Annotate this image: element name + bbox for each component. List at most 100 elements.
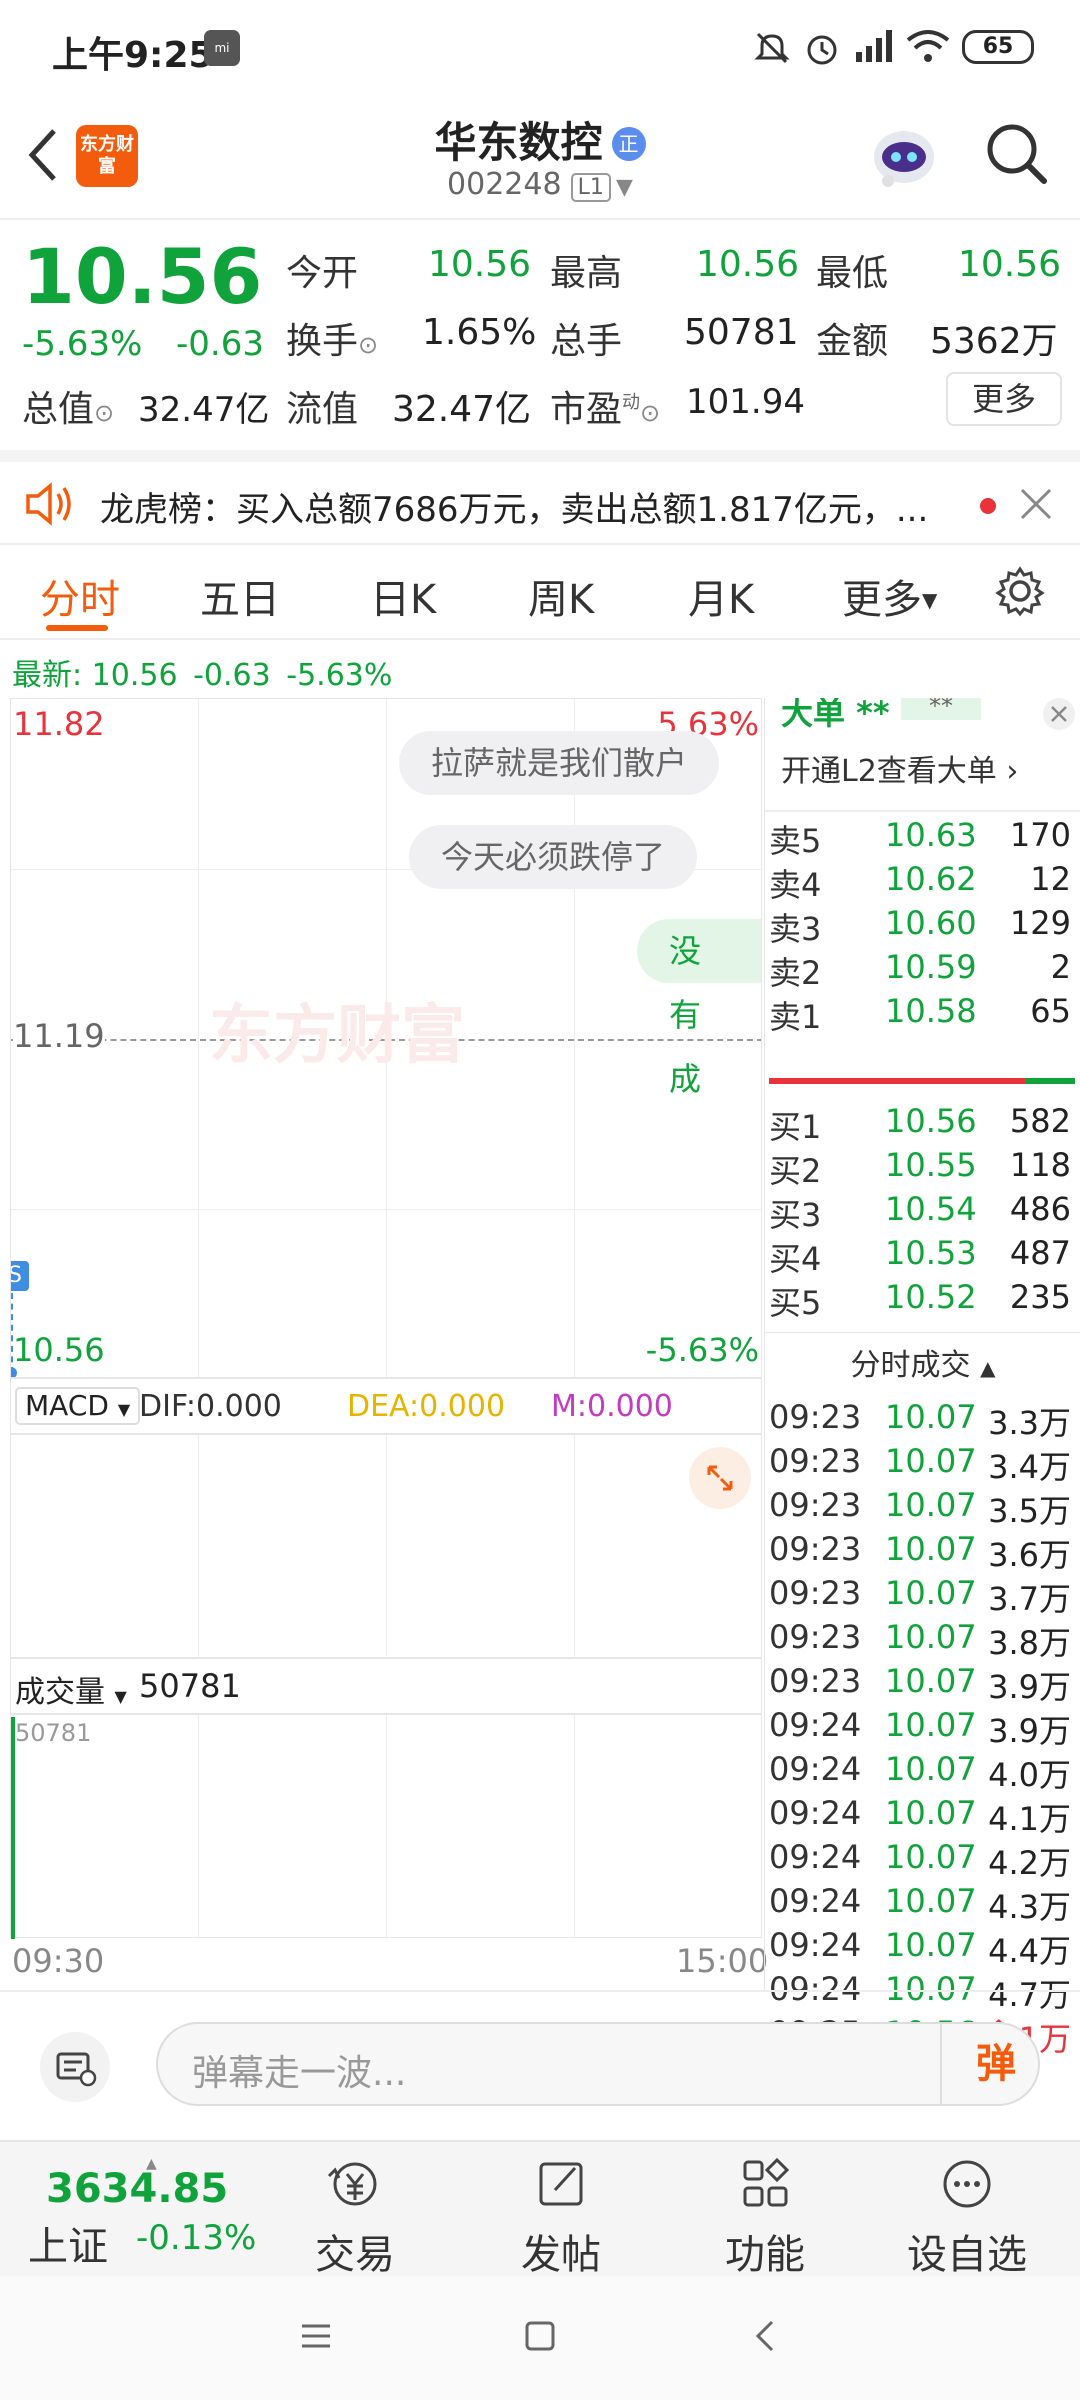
pe-sup: 动 — [622, 392, 641, 413]
danmaku-bubble: 拉萨就是我们散户 — [399, 731, 720, 795]
info-icon: ⊙ — [358, 331, 379, 359]
buy-row[interactable]: 买1 10.56 582 — [765, 1102, 1075, 1146]
trade-row: 09:23 10.07 3.4万 — [765, 1442, 1075, 1486]
buy-volume: 486 — [1009, 1190, 1071, 1228]
header: 东方财富 华东数控 正 002248 L1 ▼ — [0, 95, 1080, 220]
trade-time: 09:24 — [769, 1926, 862, 1964]
macd-select[interactable]: MACD ▼ — [15, 1387, 141, 1425]
volume-bar — [11, 1717, 15, 1939]
volume-select-label: 成交量 — [15, 1675, 105, 1710]
buy-level-label: 买2 — [769, 1152, 822, 1190]
index-value: 3634.85 — [46, 2166, 229, 2212]
trade-price: 10.07 — [885, 1750, 977, 1788]
tab-five-day[interactable]: 五日 — [200, 567, 280, 625]
y-axis-mid: 11.19 — [13, 1017, 105, 1055]
trades-title[interactable]: 分时成交 ▲ — [765, 1340, 1080, 1384]
grid-functions-icon — [743, 2157, 790, 2207]
tab-weekly-k[interactable]: 周K — [528, 567, 594, 625]
settings-gear-icon[interactable] — [994, 565, 1046, 617]
y-axis-top: 11.82 — [13, 705, 105, 743]
sell-row[interactable]: 卖3 10.60 129 — [765, 904, 1075, 948]
buy-row[interactable]: 买5 10.52 235 — [765, 1278, 1075, 1322]
trade-volume: 4.1万 — [988, 1800, 1071, 1838]
buy-volume: 487 — [1009, 1234, 1071, 1272]
trade-row: 09:24 10.07 4.4万 — [765, 1926, 1075, 1970]
volume-header: 成交量 ▼ 50781 — [10, 1658, 762, 1714]
menu-icon[interactable] — [298, 2318, 334, 2354]
big-order-card[interactable]: 大单 ** ** 开通L2查看大单 › — [765, 698, 1080, 810]
macd-m: M:0.000 — [551, 1389, 673, 1424]
sell-volume: 129 — [1009, 904, 1071, 942]
danmaku-toggle-icon[interactable] — [40, 2032, 110, 2102]
search-icon[interactable] — [980, 117, 1052, 189]
expand-icon[interactable] — [689, 1447, 751, 1509]
float-value: 32.47亿 — [392, 389, 532, 430]
pe-label[interactable]: 市盈动⊙ — [550, 380, 660, 432]
buy-row[interactable]: 买3 10.54 486 — [765, 1190, 1075, 1234]
chart-area: 最新: 10.56 -0.63 -5.63% 东方财富 11.82 5.63% … — [0, 640, 1080, 2058]
back-nav-icon[interactable] — [748, 2318, 784, 2354]
s-marker[interactable]: S — [11, 1261, 29, 1291]
home-icon[interactable] — [522, 2318, 558, 2354]
buy-row[interactable]: 买4 10.53 487 — [765, 1234, 1075, 1278]
caret-up-icon: ▲ — [980, 1356, 996, 1380]
open-label: 今开 — [286, 253, 359, 294]
robot-assistant-icon[interactable] — [864, 115, 944, 195]
sell-volume: 2 — [1050, 948, 1071, 986]
turnover-label[interactable]: 换手⊙ — [286, 312, 378, 364]
trade-time: 09:23 — [769, 1486, 862, 1524]
danmaku-send-button[interactable]: 弹 — [968, 2036, 1024, 2092]
trade-time: 09:23 — [769, 1530, 862, 1568]
index-change: -0.13% — [136, 2218, 257, 2258]
caret-down-icon: ▼ — [117, 1400, 131, 1419]
pe-value: 101.94 — [686, 382, 805, 422]
system-nav-bar — [0, 2276, 1080, 2400]
close-icon[interactable] — [1018, 486, 1054, 522]
volume-select[interactable]: 成交量 ▼ — [15, 1667, 127, 1711]
tab-more[interactable]: 更多▼ — [842, 567, 937, 625]
macd-dea: DEA:0.000 — [347, 1389, 506, 1424]
close-icon[interactable] — [1043, 698, 1075, 730]
buy-row[interactable]: 买2 10.55 118 — [765, 1146, 1075, 1190]
nav-add-watchlist[interactable]: 设自选 — [892, 2156, 1042, 2280]
trade-price: 10.07 — [885, 1618, 977, 1656]
sell-row[interactable]: 卖1 10.58 65 — [765, 992, 1075, 1036]
news-ticker[interactable]: 龙虎榜：买入总额7686万元，卖出总额1.817亿元，... — [0, 450, 1080, 545]
latest-row: 最新: 10.56 -0.63 -5.63% — [12, 650, 392, 694]
volume-chart[interactable]: 50781 — [10, 1714, 762, 1939]
sell-level-label: 卖2 — [769, 954, 822, 992]
macd-chart[interactable] — [10, 1434, 762, 1659]
index-ticker[interactable]: ▲ 3634.85 上证 -0.13% — [28, 2156, 268, 2270]
sell-row[interactable]: 卖2 10.59 2 — [765, 948, 1075, 992]
signal-icon — [850, 26, 896, 66]
nav-trade[interactable]: 交易 — [280, 2156, 430, 2280]
trade-price: 10.07 — [885, 1706, 977, 1744]
sell-price: 10.63 — [885, 816, 977, 854]
tab-intraday[interactable]: 分时 — [40, 567, 120, 625]
nav-post[interactable]: 发帖 — [486, 2156, 636, 2280]
index-name: 上证 — [28, 2224, 108, 2270]
trade-volume: 4.3万 — [988, 1888, 1071, 1926]
order-panel: 大单 ** ** 开通L2查看大单 › 卖5 10.63 170 卖4 10.62 12 卖… — [764, 698, 1080, 2058]
open-l2-link[interactable]: 开通L2查看大单 › — [781, 746, 1018, 790]
tab-daily-k[interactable]: 日K — [370, 567, 436, 625]
tab-monthly-k[interactable]: 月K — [688, 567, 754, 625]
nav-functions[interactable]: 功能 — [690, 2156, 840, 2280]
volume-value: 50781 — [139, 1667, 241, 1705]
more-button[interactable]: 更多 — [946, 372, 1062, 426]
danmaku-input[interactable]: 弹幕走一波... 弹 — [156, 2022, 1040, 2106]
sell-level-label: 卖4 — [769, 866, 822, 904]
sell-row[interactable]: 卖4 10.62 12 — [765, 860, 1075, 904]
mcap-label[interactable]: 总值⊙ — [22, 380, 114, 432]
high-value: 10.56 — [696, 244, 800, 285]
intraday-price-chart[interactable]: 东方财富 11.82 5.63% 11.19 10.56 -5.63% 拉萨就是… — [10, 698, 762, 1378]
chevron-right-icon: › — [1006, 754, 1019, 789]
trade-time: 09:24 — [769, 1838, 862, 1876]
trade-time: 09:24 — [769, 1750, 862, 1788]
caret-down-icon: ▼ — [922, 588, 938, 612]
open-l2-link-text: 开通L2查看大单 — [781, 754, 997, 789]
stock-name: 华东数控 — [434, 118, 603, 167]
sell-volume: 170 — [1009, 816, 1071, 854]
sell-row[interactable]: 卖5 10.63 170 — [765, 816, 1075, 860]
low-value: 10.56 — [958, 244, 1062, 285]
